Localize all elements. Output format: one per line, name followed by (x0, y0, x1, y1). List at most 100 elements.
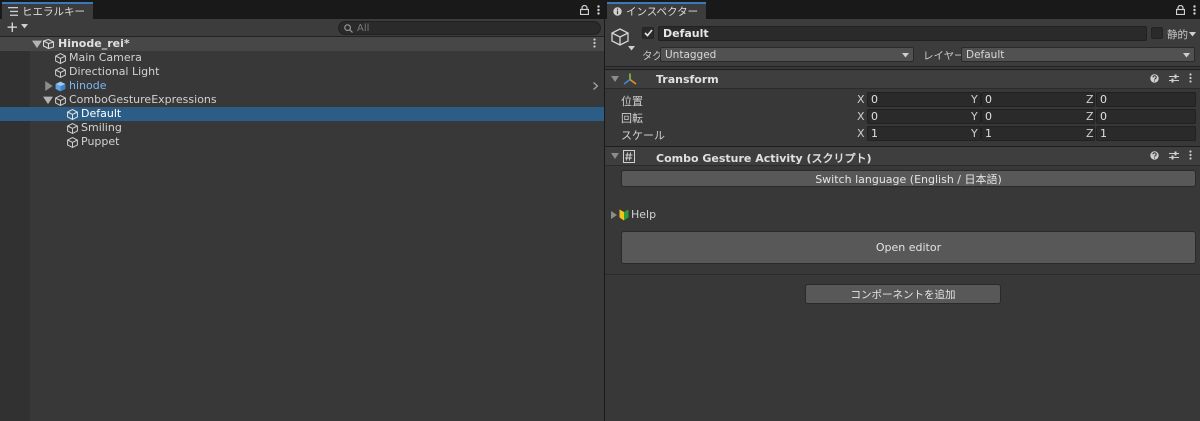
beginner-mark-icon (619, 209, 629, 220)
fold-arrow-expanded-icon[interactable] (611, 76, 619, 83)
search-icon (344, 23, 353, 33)
chevron-right-icon[interactable] (593, 82, 598, 90)
axis-z-label[interactable]: Z (1086, 127, 1094, 140)
component-separator (605, 274, 1200, 275)
fold-arrow-expanded-icon[interactable] (32, 40, 42, 50)
lock-icon[interactable] (1176, 5, 1185, 15)
position-label: 位置 (621, 95, 643, 108)
hierarchy-panel: ヒエラルキー + Hi (0, 0, 604, 421)
scene-row[interactable]: Hinode_rei* (0, 37, 604, 51)
position-z-field[interactable]: 0 (1096, 92, 1196, 107)
open-editor-button[interactable]: Open editor (621, 231, 1196, 264)
fold-arrow-collapsed-icon[interactable] (44, 81, 54, 91)
axis-x-label[interactable]: X (857, 110, 865, 123)
help-foldout[interactable]: Help (611, 208, 656, 221)
transform-component-header[interactable]: Transform (605, 69, 1200, 89)
axis-z-label[interactable]: Z (1086, 93, 1094, 106)
chevron-down-icon (902, 53, 909, 58)
layer-value: Default (966, 48, 1005, 61)
fold-arrow-expanded-icon[interactable] (43, 96, 53, 106)
rotation-label: 回転 (621, 112, 643, 125)
tab-hierarchy[interactable]: ヒエラルキー (2, 2, 93, 19)
layer-label: レイヤー (923, 50, 965, 62)
scale-x-field[interactable]: 1 (867, 126, 981, 141)
tag-dropdown[interactable]: Untagged (660, 47, 914, 62)
static-checkbox[interactable] (1151, 27, 1163, 39)
tab-inspector[interactable]: インスペクター (607, 2, 707, 19)
scale-z-field[interactable]: 1 (1096, 126, 1196, 141)
kebab-menu-icon[interactable] (597, 5, 600, 15)
axis-y-label[interactable]: Y (971, 127, 978, 140)
inspector-tabbar: インスペクター (605, 0, 1200, 19)
search-input[interactable] (357, 22, 557, 34)
hierarchy-item-directional-light[interactable]: Directional Light (0, 65, 604, 79)
add-component-button[interactable]: コンポーネントを追加 (805, 284, 1001, 304)
transform-title: Transform (656, 73, 719, 86)
help-label: Help (631, 208, 657, 221)
list-icon (8, 7, 18, 16)
info-icon (613, 7, 622, 16)
lock-icon[interactable] (580, 5, 589, 15)
tab-hierarchy-label: ヒエラルキー (22, 6, 85, 18)
hierarchy-tree: Hinode_rei* Main Camera Directional Ligh… (0, 37, 604, 421)
hierarchy-item-hinode[interactable]: hinode (0, 79, 604, 93)
hierarchy-search[interactable] (338, 21, 601, 35)
axis-x-label[interactable]: X (857, 93, 865, 106)
hierarchy-item-label: Puppet (81, 135, 120, 148)
kebab-menu-icon[interactable] (1189, 73, 1192, 83)
active-checkbox[interactable] (642, 27, 654, 39)
chevron-down-icon[interactable] (628, 46, 635, 51)
static-dropdown-arrow-icon[interactable] (1189, 32, 1196, 37)
fold-arrow-expanded-icon[interactable] (611, 153, 619, 160)
rotation-x-field[interactable]: 0 (867, 109, 981, 124)
hierarchy-item-label: hinode (69, 79, 107, 92)
axis-y-label[interactable]: Y (971, 110, 978, 123)
position-x-field[interactable]: 0 (867, 92, 981, 107)
hierarchy-item-label: Directional Light (69, 65, 160, 78)
chevron-down-icon[interactable] (21, 24, 28, 29)
hierarchy-tabbar: ヒエラルキー (0, 0, 604, 19)
checkmark-icon (643, 29, 653, 37)
hierarchy-item-puppet[interactable]: Puppet (0, 135, 604, 149)
fold-arrow-collapsed-icon[interactable] (611, 210, 617, 219)
kebab-menu-icon[interactable] (1193, 5, 1196, 15)
hierarchy-item-label: Main Camera (69, 51, 142, 64)
kebab-menu-icon[interactable] (1189, 150, 1192, 160)
unity-scene-icon (43, 39, 54, 49)
hierarchy-item-combogestureexpressions[interactable]: ComboGestureExpressions (0, 93, 604, 107)
rotation-z-field[interactable]: 0 (1096, 109, 1196, 124)
scale-label: スケール (621, 129, 665, 142)
hierarchy-item-main-camera[interactable]: Main Camera (0, 51, 604, 65)
position-y-field[interactable]: 0 (981, 92, 1095, 107)
prefab-cube-icon (55, 81, 66, 92)
object-header: Default 静的 タグ Untagged レイヤー Default (605, 19, 1200, 67)
hierarchy-item-label: ComboGestureExpressions (69, 93, 217, 106)
scale-y-field[interactable]: 1 (981, 126, 1095, 141)
axis-y-label[interactable]: Y (971, 93, 978, 106)
create-plus-icon[interactable]: + (6, 20, 19, 35)
gameobject-cube-icon (67, 123, 78, 134)
gameobject-cube-icon (67, 137, 78, 148)
rotation-y-field[interactable]: 0 (981, 109, 1095, 124)
inspector-panel: インスペクター Default 静的 タグ Untagged レイヤー Defa… (605, 0, 1200, 421)
gameobject-large-icon[interactable] (611, 28, 629, 46)
preset-sliders-icon[interactable] (1169, 151, 1179, 160)
hierarchy-item-label: Default (81, 107, 122, 120)
static-label: 静的 (1167, 29, 1188, 41)
axis-x-label[interactable]: X (857, 127, 865, 140)
hierarchy-item-smiling[interactable]: Smiling (0, 121, 604, 135)
switch-language-button[interactable]: Switch language (English / 日本語) (621, 170, 1196, 187)
scene-kebab-menu-icon[interactable] (593, 38, 596, 48)
axis-z-label[interactable]: Z (1086, 110, 1094, 123)
script-title: Combo Gesture Activity (スクリプト) (656, 152, 872, 165)
help-circle-icon[interactable] (1150, 150, 1159, 160)
help-circle-icon[interactable] (1150, 73, 1159, 83)
preset-sliders-icon[interactable] (1169, 74, 1179, 83)
gameobject-cube-icon (55, 53, 66, 64)
gameobject-cube-icon (55, 95, 66, 106)
script-component-header[interactable]: Combo Gesture Activity (スクリプト) (605, 146, 1200, 166)
hierarchy-item-default[interactable]: Default (0, 107, 604, 121)
layer-dropdown[interactable]: Default (961, 47, 1195, 62)
gameobject-cube-icon (67, 109, 78, 120)
object-name-field[interactable]: Default (658, 26, 1147, 41)
